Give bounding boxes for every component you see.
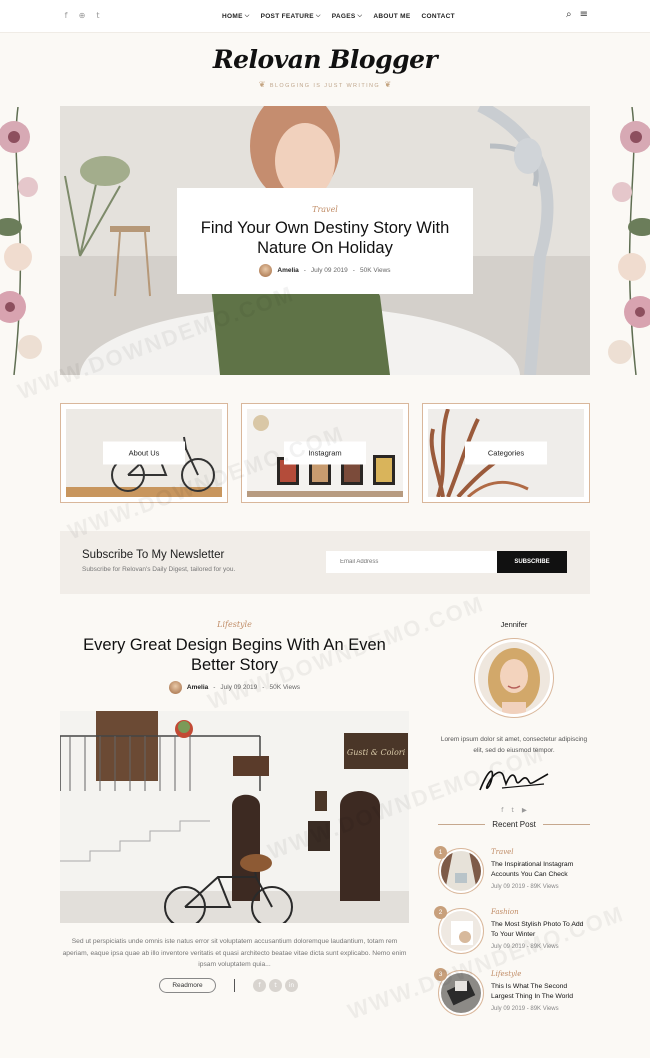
- nav-label: HOME: [222, 12, 243, 20]
- main-nav: HOME ⌵ POST FEATURE ⌵ PAGES ⌵ ABOUT ME CONT…: [222, 12, 455, 20]
- floral-decoration-right: [608, 107, 650, 375]
- feature-box-label: About Us: [103, 441, 185, 465]
- facebook-icon[interactable]: f: [253, 979, 266, 992]
- nav-label: CONTACT: [421, 12, 455, 20]
- recent-post-date: July 09 2019: [491, 884, 526, 890]
- chevron-down-icon: ⌵: [244, 12, 250, 19]
- facebook-icon[interactable]: f: [62, 11, 70, 20]
- recent-post-views: 89K Views: [530, 1006, 559, 1012]
- newsletter-section: Subscribe To My Newsletter Subscribe for…: [60, 531, 590, 594]
- search-icon[interactable]: ⌕: [566, 9, 572, 20]
- nav-item-post-feature[interactable]: POST FEATURE ⌵: [261, 12, 321, 20]
- nav-item-contact[interactable]: CONTACT: [421, 12, 454, 20]
- thumb-wrap: [441, 911, 481, 951]
- logo-title: Relovan Blogger: [212, 45, 438, 74]
- chevron-down-icon: ⌵: [357, 12, 363, 19]
- post-views: 50K Views: [359, 267, 391, 274]
- floral-decoration-left: [0, 107, 42, 375]
- chevron-down-icon: ⌵: [315, 12, 321, 19]
- thumb-wrap: [441, 851, 481, 891]
- divider: [438, 824, 486, 825]
- menu-icon[interactable]: ≡: [580, 9, 588, 20]
- subscribe-button[interactable]: SUBSCRIBE: [497, 551, 567, 573]
- pinterest-icon[interactable]: ⊕: [78, 11, 86, 20]
- nav-item-about-me[interactable]: ABOUT ME: [373, 12, 410, 20]
- site-logo[interactable]: Relovan Blogger ❦ BLOGGING IS JUST WRITI…: [0, 45, 650, 92]
- author-avatar: [168, 681, 182, 694]
- newsletter-subtitle: Subscribe for Relovan's Daily Digest, ta…: [82, 566, 236, 573]
- share-buttons: f t in: [253, 979, 298, 992]
- feature-box-image-wrap: Categories: [428, 409, 584, 497]
- recent-post-meta: July 09 2019 - 89K Views: [491, 1006, 559, 1012]
- author-photo: [478, 642, 550, 714]
- feature-box-categories[interactable]: Categories: [422, 403, 590, 503]
- readmore-button[interactable]: Readmore: [159, 978, 216, 993]
- shop-sign-text: Gusti & Colori: [347, 748, 406, 757]
- author-avatar: [259, 264, 273, 277]
- twitter-icon[interactable]: t: [269, 979, 282, 992]
- avatar-photo-wrap: [478, 642, 550, 714]
- facebook-icon[interactable]: f: [501, 806, 503, 814]
- nav-item-pages[interactable]: PAGES ⌵: [332, 12, 363, 20]
- recent-post-title: Recent Post: [492, 820, 536, 829]
- recent-post-title[interactable]: The Inspirational Instagram Accounts You…: [491, 860, 591, 879]
- post-author[interactable]: Amelia: [277, 267, 298, 274]
- nav-label: PAGES: [331, 12, 356, 20]
- recent-post-item[interactable]: 1 Travel The Inspirational Instagram Acc…: [434, 846, 591, 898]
- hero-card: Travel Find Your Own Destiny Story With …: [177, 188, 473, 294]
- youtube-icon[interactable]: ▶: [522, 806, 527, 814]
- recent-post-category[interactable]: Travel: [491, 848, 514, 856]
- author-avatar-large: [474, 638, 554, 718]
- post-category[interactable]: Lifestyle: [60, 620, 409, 629]
- recent-post-title[interactable]: This Is What The Second Largest Thing In…: [491, 982, 591, 1001]
- sidebar-social-links: f t ▶: [438, 806, 590, 814]
- recent-post-category[interactable]: Fashion: [491, 908, 519, 916]
- feature-box-label: Categories: [465, 441, 547, 465]
- newsletter-title: Subscribe To My Newsletter: [82, 549, 225, 561]
- leaf-icon: ❦: [258, 80, 266, 89]
- recent-post-meta: July 09 2019 - 89K Views: [491, 884, 559, 890]
- twitter-icon[interactable]: t: [511, 806, 514, 814]
- linkedin-icon[interactable]: in: [285, 979, 298, 992]
- meta-separator: -: [303, 267, 306, 274]
- email-field[interactable]: [326, 551, 498, 573]
- recent-post-number: 1: [434, 846, 447, 859]
- nav-label: POST FEATURE: [260, 12, 314, 20]
- post-title[interactable]: Find Your Own Destiny Story With Nature …: [177, 218, 473, 258]
- leaf-icon: ❦: [384, 80, 392, 89]
- recent-post-heading: Recent Post: [438, 820, 591, 829]
- recent-post-number: 2: [434, 906, 447, 919]
- top-bar: f ⊕ t HOME ⌵ POST FEATURE ⌵ PAGES ⌵ ABOUT M…: [0, 0, 650, 33]
- logo-tagline: BLOGGING IS JUST WRITING: [269, 83, 381, 89]
- post-date: July 09 2019: [310, 267, 348, 274]
- twitter-icon[interactable]: t: [94, 11, 102, 20]
- recent-post-views: 89K Views: [530, 884, 559, 890]
- divider: [542, 824, 591, 825]
- header-social-links: f ⊕ t: [62, 11, 102, 20]
- recent-post-date: July 09 2019: [491, 1006, 526, 1012]
- meta-separator: -: [352, 267, 355, 274]
- header-tools: ⌕ ≡: [566, 9, 588, 20]
- post-category[interactable]: Travel: [177, 205, 473, 214]
- post-meta: Amelia - July 09 2019 - 50K Views: [177, 264, 473, 277]
- recent-post-image: [441, 851, 481, 891]
- nav-label: ABOUT ME: [373, 12, 411, 20]
- logo-tagline-row: ❦ BLOGGING IS JUST WRITING ❦: [0, 74, 650, 92]
- divider: [234, 979, 235, 992]
- nav-item-home[interactable]: HOME ⌵: [222, 12, 250, 20]
- recent-post-image: [441, 911, 481, 951]
- post-excerpt: Sed ut perspiciatis unde omnis iste natu…: [62, 938, 407, 968]
